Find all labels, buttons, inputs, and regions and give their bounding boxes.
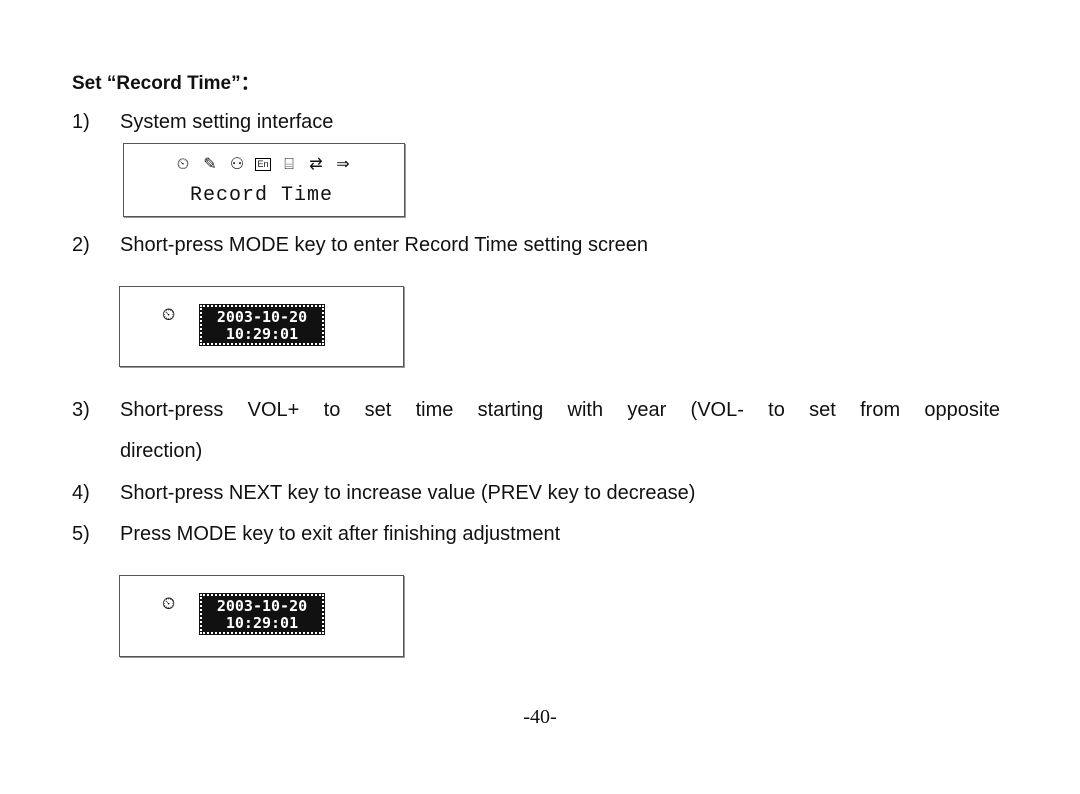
light-bulb-icon: ⚇ [229,156,245,173]
repeat-ab-icon: ⇄ [309,156,323,173]
step-text: Short-press NEXT key to increase value (… [120,482,696,504]
clock-icon: ⏲ [162,305,176,324]
section-heading: Set “Record Time”： [72,73,260,94]
step-2: 2) Short-press MODE key to enter Record … [72,235,1012,259]
microphone-icon: ✎ [203,156,217,173]
clock-icon: ⏲ [176,156,190,173]
step-text: Short-press VOL+ to set time starting wi… [120,399,1000,421]
step-1: 1) System setting interface [72,112,1012,136]
step-number: 2) [72,234,90,256]
time-value: 10:29:01 [225,325,299,343]
lcd-screen-system-settings: ⏲ ✎ ⚇ En ⌸ ⇄ ⇒ Record Time [123,143,405,217]
lcd-menu-label: Record Time [190,184,334,207]
step-number: 1) [72,111,90,133]
date-value: 2003-10-20 [216,597,308,615]
page-number: -40- [523,706,557,728]
step-number: 3) [72,399,90,421]
lcd-screen-record-time-setting: ⏲ 2003-10-20 10:29:01 [119,286,404,367]
datetime-display: 2003-10-20 10:29:01 [199,593,325,635]
time-value: 10:29:01 [225,614,299,632]
step-number: 5) [72,523,90,545]
disk-icon: ⌸ [284,156,294,173]
lcd-screen-record-time-exit: ⏲ 2003-10-20 10:29:01 [119,575,404,657]
step-text: Short-press MODE key to enter Record Tim… [120,234,648,256]
step-text: System setting interface [120,111,334,133]
clock-icon: ⏲ [162,594,176,613]
step-3: 3) Short-press VOL+ to set time starting… [72,400,1012,464]
step-text: Press MODE key to exit after finishing a… [120,523,561,545]
arrow-right-icon: ⇒ [336,156,350,173]
step-text-continuation: direction) [120,440,203,462]
language-icon: En [255,158,271,171]
step-number: 4) [72,482,90,504]
settings-icon-row: ⏲ ✎ ⚇ En ⌸ ⇄ ⇒ [174,156,352,174]
date-value: 2003-10-20 [216,308,308,326]
step-5: 5) Press MODE key to exit after finishin… [72,524,1012,548]
datetime-display: 2003-10-20 10:29:01 [199,304,325,346]
step-4: 4) Short-press NEXT key to increase valu… [72,483,1012,507]
